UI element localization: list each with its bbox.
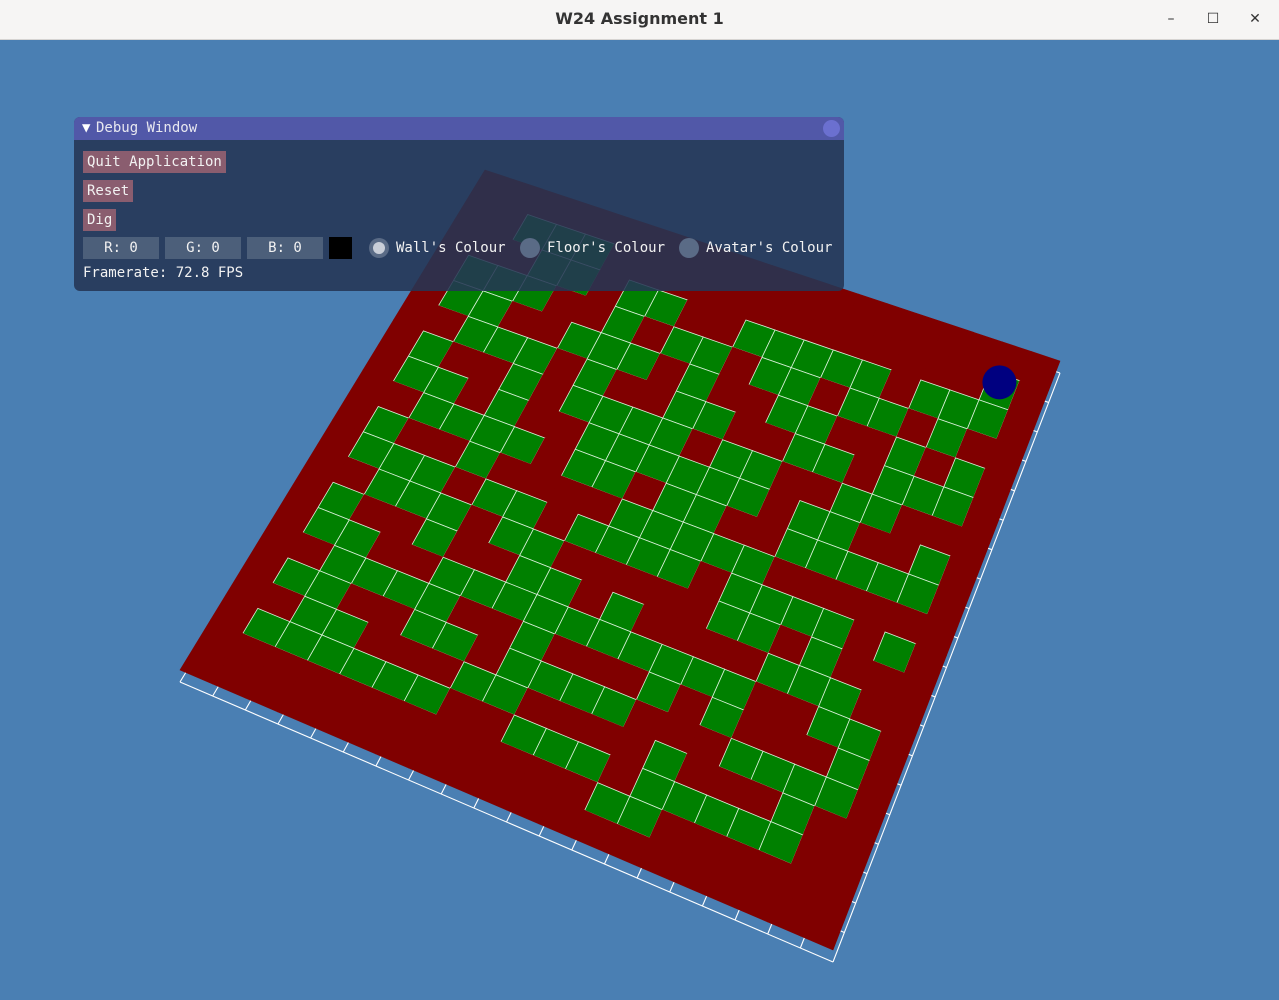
debug-window[interactable]: ▼ Debug Window Quit Application Reset Dig… bbox=[74, 117, 844, 291]
radio-dot[interactable] bbox=[679, 238, 699, 258]
window-titlebar: W24 Assignment 1 – ☐ ✕ bbox=[0, 0, 1279, 40]
blue-input[interactable]: B: 0 bbox=[247, 237, 323, 259]
dig-button[interactable]: Dig bbox=[83, 209, 117, 231]
radio-floors-colour[interactable]: Floor's Colour bbox=[520, 237, 665, 259]
avatar bbox=[982, 365, 1017, 400]
radio-dot[interactable] bbox=[520, 238, 540, 258]
close-icon[interactable]: ✕ bbox=[1242, 7, 1268, 31]
minimize-icon[interactable]: – bbox=[1158, 7, 1184, 31]
red-input[interactable]: R: 0 bbox=[83, 237, 159, 259]
window-title: W24 Assignment 1 bbox=[555, 9, 724, 28]
reset-button[interactable]: Reset bbox=[83, 180, 134, 202]
quit-application-button[interactable]: Quit Application bbox=[83, 151, 226, 173]
green-input[interactable]: G: 0 bbox=[165, 237, 241, 259]
debug-window-title: Debug Window bbox=[96, 120, 198, 136]
radio-dot[interactable] bbox=[369, 238, 389, 258]
color-swatch[interactable] bbox=[329, 237, 352, 259]
close-debug-window-icon[interactable] bbox=[823, 120, 840, 137]
radio-label: Avatar's Colour bbox=[706, 240, 833, 256]
maximize-icon[interactable]: ☐ bbox=[1200, 7, 1226, 31]
radio-avatars-colour[interactable]: Avatar's Colour bbox=[679, 237, 832, 259]
radio-label: Floor's Colour bbox=[547, 240, 666, 256]
radio-label: Wall's Colour bbox=[396, 240, 506, 256]
collapse-arrow-icon[interactable]: ▼ bbox=[82, 117, 96, 140]
debug-window-titlebar[interactable]: ▼ Debug Window bbox=[74, 117, 844, 140]
radio-walls-colour[interactable]: Wall's Colour bbox=[369, 237, 506, 259]
framerate-label: Framerate: 72.8 FPS bbox=[83, 265, 244, 281]
